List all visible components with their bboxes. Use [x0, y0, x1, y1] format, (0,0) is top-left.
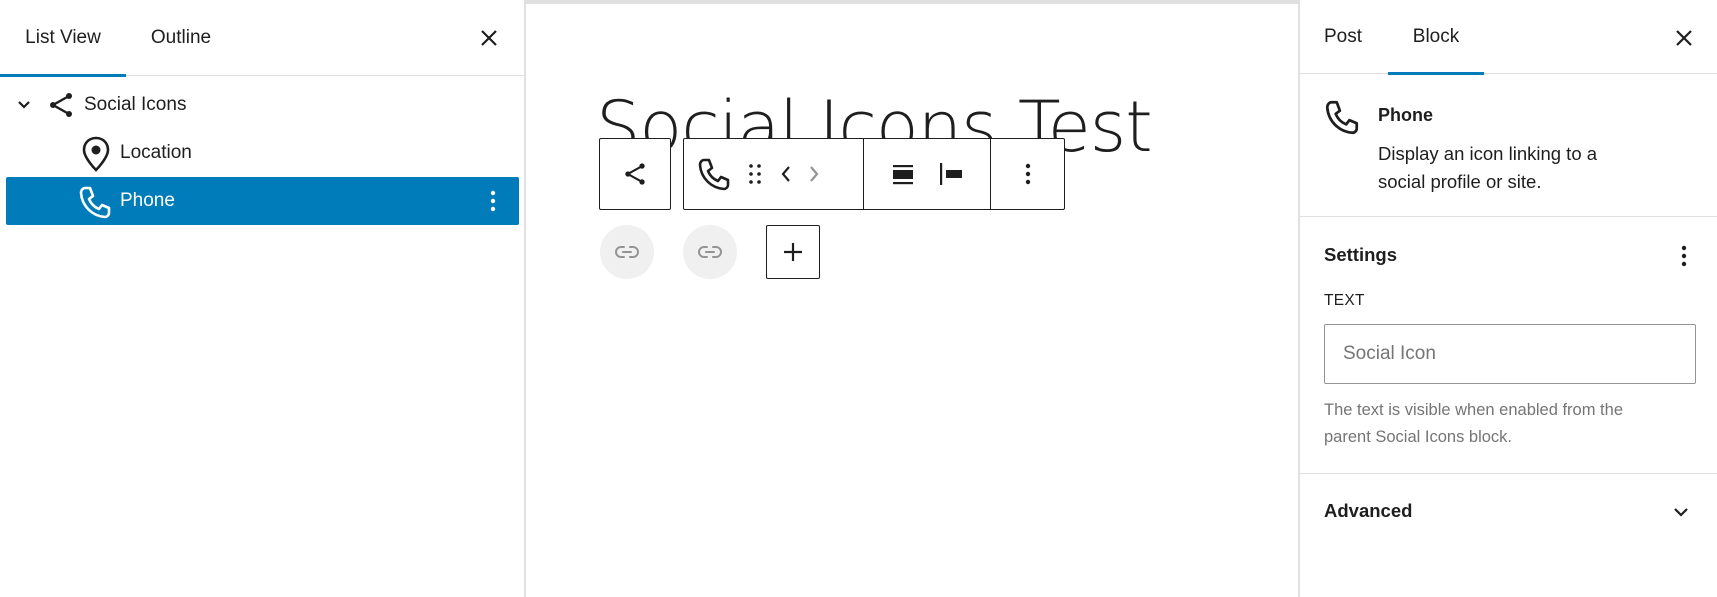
settings-sidebar: Post Block Phone Display an icon linking…: [1298, 0, 1717, 597]
more-vertical-icon: [1025, 163, 1030, 185]
settings-panel-title: Settings: [1324, 244, 1397, 265]
options-kebab-icon[interactable]: [481, 189, 505, 213]
chevron-right-icon: [810, 166, 819, 182]
sidebar-tabs: Post Block: [1300, 0, 1717, 75]
text-field[interactable]: [1324, 324, 1696, 384]
block-card-description: Display an icon linking to a social prof…: [1378, 143, 1598, 192]
editor-canvas[interactable]: Social Icons Test: [526, 0, 1298, 597]
vertical-alignment-button[interactable]: [927, 150, 975, 198]
justify-center-icon: [893, 165, 913, 185]
phone-icon: [698, 158, 730, 191]
close-settings-button[interactable]: [1664, 18, 1704, 58]
share-icon: [625, 163, 645, 185]
block-toolbar-group-layout: [864, 139, 991, 209]
settings-options-button[interactable]: [1668, 240, 1700, 272]
advanced-panel-toggle[interactable]: Advanced: [1300, 475, 1717, 547]
block-toolbar-group-mover: [684, 139, 864, 209]
align-left-icon: [940, 163, 962, 185]
drag-handle[interactable]: [738, 150, 772, 198]
chevron-left-icon: [781, 166, 790, 182]
tab-block[interactable]: Block: [1388, 0, 1484, 75]
share-icon: [50, 93, 72, 117]
add-block-button[interactable]: [766, 225, 820, 279]
link-icon: [615, 246, 639, 258]
list-item-label: Location: [120, 142, 192, 163]
list-item-phone[interactable]: Phone: [6, 177, 519, 225]
social-link-phone[interactable]: [683, 225, 737, 279]
text-field-help: The text is visible when enabled from th…: [1324, 401, 1623, 446]
block-toolbar-group-options: [991, 139, 1064, 209]
advanced-panel-title: Advanced: [1324, 500, 1413, 521]
list-item-social-icons[interactable]: Social Icons: [0, 81, 520, 129]
list-view-panel: List View Outline Social Icons Location …: [0, 0, 526, 597]
phone-icon: [1325, 100, 1359, 135]
plus-icon: [784, 243, 802, 261]
block-card: Phone Display an icon linking to a socia…: [1300, 75, 1717, 217]
more-vertical-icon: [1681, 245, 1687, 267]
select-parent-button[interactable]: [599, 138, 671, 210]
link-icon: [698, 246, 722, 258]
list-item-label: Phone: [120, 190, 175, 211]
settings-panel: Settings Text The text is visible when e…: [1300, 218, 1717, 474]
chevron-down-icon: [1674, 508, 1688, 517]
block-toolbar: [683, 138, 1065, 210]
list-item-location[interactable]: Location: [0, 129, 520, 177]
move-left-button[interactable]: [772, 150, 800, 198]
phone-icon: [79, 186, 111, 219]
block-type-button[interactable]: [690, 150, 738, 198]
text-field-label: Text: [1324, 292, 1365, 309]
location-pin-icon: [82, 136, 110, 172]
list-item-label: Social Icons: [84, 94, 187, 115]
close-icon: [1676, 30, 1692, 46]
block-options-button[interactable]: [1004, 150, 1052, 198]
justification-button[interactable]: [879, 150, 927, 198]
tab-post[interactable]: Post: [1310, 0, 1376, 74]
drag-handle-icon: [749, 164, 761, 184]
close-list-view-button[interactable]: [469, 18, 509, 58]
social-link-location[interactable]: [600, 225, 654, 279]
tab-list-view[interactable]: List View: [0, 0, 126, 77]
list-view-tabs: List View Outline: [0, 0, 524, 77]
block-card-title: Phone: [1378, 105, 1434, 125]
close-icon: [481, 30, 497, 46]
tab-outline[interactable]: Outline: [126, 0, 236, 76]
chevron-down-icon[interactable]: [14, 95, 34, 115]
move-right-button[interactable]: [800, 150, 828, 198]
